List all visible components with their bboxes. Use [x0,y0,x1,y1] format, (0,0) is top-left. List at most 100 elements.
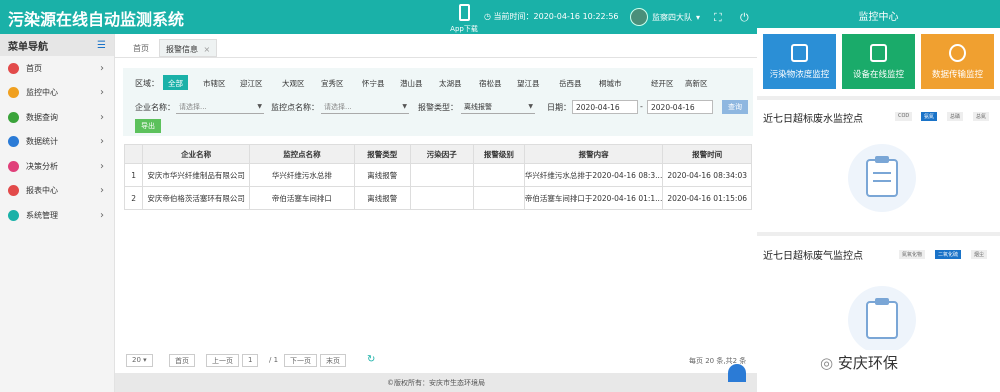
region-option[interactable]: 大观区 [277,75,310,90]
clock-icon: ◷ [484,12,494,21]
sidebar-item-label: 数据统计 [26,137,58,147]
transmission-monitor-tile[interactable]: 数据传输监控 [921,34,994,89]
right-panel-title: 监控中心 [757,0,1000,28]
menu-icon [8,160,19,172]
sidebar-item[interactable]: 首页 › [0,56,114,81]
table-row[interactable]: 1 安庆市华兴纤维制品有限公司 华兴纤维污水总排 离线报警 华兴纤维污水总排于2… [123,163,752,187]
chevron-right-icon: › [100,62,104,74]
user-menu[interactable]: 监察四大队 ▾ [630,8,700,26]
alarm-type-select[interactable]: 离线报警 ▼ [461,100,535,114]
empty-clipboard-icon [848,286,916,350]
col-header: 报警内容 [523,144,664,164]
refresh-icon[interactable]: ↻ [367,354,375,365]
site-label: 监控点名称： [271,103,319,112]
sidebar-item-label: 系统管理 [26,210,58,220]
region-option[interactable]: 高新区 [680,75,713,90]
site-select[interactable]: 请选择... ▼ [321,100,409,114]
menu-toggle-icon[interactable]: ☰ [97,40,106,51]
col-header: 报警类型 [353,144,411,164]
date-separator: - [640,102,643,111]
sidebar-item[interactable]: 数据统计 › [0,130,114,155]
chevron-right-icon: › [100,209,104,221]
export-button[interactable]: 导出 [135,119,161,133]
date-to-input[interactable]: 2020-04-16 [647,100,713,114]
water-chip-cod[interactable]: COD [895,112,913,121]
chevron-down-icon: ▼ [528,103,533,110]
last-page-button[interactable]: 末页 [320,354,346,367]
wechat-icon: ◎ [820,354,838,372]
table-row[interactable]: 2 安庆帝伯格茨活塞环有限公司 帝伯活塞车间排口 离线报警 帝伯活塞车间排口于2… [123,186,752,210]
gas-chip-dust[interactable]: 烟尘 [971,250,988,259]
sidebar-item[interactable]: 监控中心 › [0,81,114,106]
col-header: 污染因子 [409,144,474,164]
region-option[interactable]: 市辖区 [198,75,231,90]
sidebar-item-label: 数据查询 [26,112,58,122]
col-index [123,144,144,164]
page-total: / 1 [269,356,279,364]
region-option[interactable]: 迎江区 [235,75,268,90]
table-header-row: 企业名称 监控点名称 报警类型 污染因子 报警级别 报警内容 报警时间 [123,144,752,164]
device-monitor-tile[interactable]: 设备在线监控 [842,34,915,89]
sidebar-item[interactable]: 系统管理 › [0,203,114,228]
sidebar-item[interactable]: 决策分析 › [0,154,114,179]
water-chip-tn[interactable]: 总氮 [973,112,990,121]
divider [757,96,1000,100]
water-chip-tp[interactable]: 总磷 [947,112,964,121]
chevron-right-icon: › [100,87,104,99]
region-option[interactable]: 全部 [163,75,188,90]
gas-chip-nox[interactable]: 氮氧化物 [899,250,926,259]
region-option[interactable]: 怀宁县 [357,75,390,90]
sidebar-item[interactable]: 报表中心 › [0,179,114,204]
avatar [630,8,648,26]
company-select[interactable]: 请选择... ▼ [176,100,264,114]
tab-home[interactable]: 首页 [127,39,155,57]
chevron-down-icon: ▼ [402,103,407,110]
alarm-bell-icon[interactable] [728,364,746,382]
region-option[interactable]: 望江县 [512,75,545,90]
chevron-right-icon: › [100,136,104,148]
chevron-right-icon: › [100,111,104,123]
col-header: 报警时间 [662,144,752,164]
flask-icon [791,44,808,62]
sidebar-item-label: 报表中心 [26,186,58,196]
region-option[interactable]: 经开区 [646,75,679,90]
alarm-type-label: 报警类型： [418,103,458,112]
pollutant-monitor-tile[interactable]: 污染物浓度监控 [763,34,836,89]
current-time: ◷ 当前时间：2020-04-16 10:22:56 [484,12,619,21]
tab-bar: 首页 报警信息 × [115,34,757,58]
fullscreen-icon[interactable]: ⛶ [714,11,722,25]
tab-alarm-info[interactable]: 报警信息 × [159,39,218,57]
date-from-input[interactable]: 2020-04-16 [572,100,638,114]
col-header: 企业名称 [142,144,250,164]
prev-page-button[interactable]: 上一页 [206,354,239,367]
col-header: 报警级别 [472,144,525,164]
region-label: 区域： [135,79,159,88]
menu-icon [8,209,19,221]
menu-icon [8,185,19,197]
water-chip-ammonia[interactable]: 氨氮 [921,112,938,121]
region-option[interactable]: 岳西县 [554,75,587,90]
next-page-button[interactable]: 下一页 [284,354,317,367]
gas-section-title: 近七日超标废气监控点 [763,251,863,262]
watermark: ◎ 安庆环保 [820,354,898,372]
sidebar-item[interactable]: 数据查询 › [0,105,114,130]
power-icon[interactable]: ⏻ [740,11,749,25]
menu-icon [8,136,19,148]
sidebar-title: 菜单导航 [8,41,48,53]
page-size-select[interactable]: 20 ▾ [126,354,153,367]
region-option[interactable]: 宿松县 [474,75,507,90]
region-option[interactable]: 桐城市 [594,75,627,90]
col-header: 监控点名称 [248,144,355,164]
close-icon[interactable]: × [204,45,211,54]
water-section-title: 近七日超标废水监控点 [763,114,863,125]
gas-chip-so2[interactable]: 二氧化硫 [935,250,962,259]
query-button[interactable]: 查询 [722,100,748,114]
region-option[interactable]: 太湖县 [434,75,467,90]
region-option[interactable]: 宜秀区 [316,75,349,90]
user-name: 监察四大队 [652,12,692,22]
region-option[interactable]: 潜山县 [395,75,428,90]
phone-icon [458,4,470,21]
page-number-input[interactable]: 1 [242,354,259,367]
app-download-button[interactable]: App下载 [446,4,482,34]
first-page-button[interactable]: 首页 [169,354,195,367]
